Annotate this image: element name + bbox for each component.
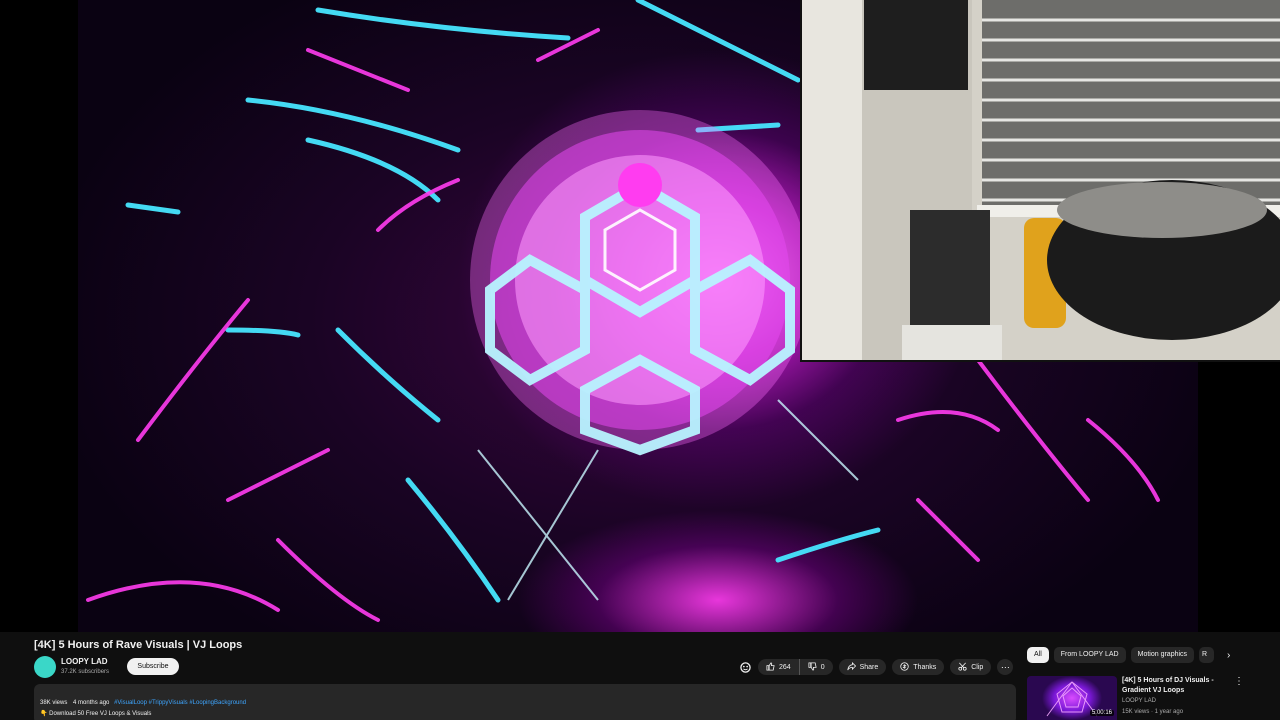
like-count: 264 xyxy=(779,663,791,671)
view-count: 38K views xyxy=(40,700,68,706)
thumbs-down-icon xyxy=(808,661,817,673)
channel-name[interactable]: LOOPY LAD xyxy=(61,657,108,666)
related-video-channel[interactable]: LOOPY LAD xyxy=(1122,698,1156,704)
dislike-button[interactable]: 0 xyxy=(800,659,833,675)
webcam-room-scene xyxy=(802,0,1280,360)
more-actions-button[interactable]: ⋯ xyxy=(997,659,1014,675)
clip-button[interactable]: Clip xyxy=(950,659,992,675)
action-buttons: 264 0 Share Thanks Clip ⋯ xyxy=(738,659,1014,675)
description-first-line: 👇 Download 50 Free VJ Loops & Visuals xyxy=(40,711,152,717)
neon-sphere xyxy=(470,110,810,456)
chip-from-channel[interactable]: From LOOPY LAD xyxy=(1053,647,1126,663)
scissors-icon xyxy=(958,662,967,673)
filter-chips: All From LOOPY LAD Motion graphics R › xyxy=(1027,647,1230,663)
description-box[interactable]: 38K views 4 months ago #VisualLoop #Trip… xyxy=(34,684,1016,720)
video-title: [4K] 5 Hours of Rave Visuals | VJ Loops xyxy=(34,639,243,651)
like-button[interactable]: 264 xyxy=(758,659,800,675)
description-meta: 38K views 4 months ago #VisualLoop #Trip… xyxy=(40,700,246,706)
video-duration: 5:00:16 xyxy=(1089,710,1114,716)
upload-age: 4 months ago xyxy=(73,700,110,706)
chip-motion-graphics[interactable]: Motion graphics xyxy=(1130,647,1195,663)
youtube-watch-page: [4K] 5 Hours of Rave Visuals | VJ Loops … xyxy=(0,0,1280,720)
channel-avatar[interactable] xyxy=(34,656,56,678)
chip-all[interactable]: All xyxy=(1027,647,1049,663)
clip-label: Clip xyxy=(971,663,984,671)
dislike-count: 0 xyxy=(820,663,825,671)
related-video-meta: 15K views · 1 year ago xyxy=(1122,709,1184,715)
thanks-label: Thanks xyxy=(913,663,937,671)
thumbs-up-icon xyxy=(766,661,775,673)
chevron-right-icon[interactable]: › xyxy=(1227,650,1230,661)
subscriber-count: 37.2K subscribers xyxy=(61,669,110,675)
video-info-panel: [4K] 5 Hours of Rave Visuals | VJ Loops … xyxy=(0,632,1280,720)
share-button[interactable]: Share xyxy=(838,659,887,675)
kebab-menu-icon[interactable]: ⋮ xyxy=(1234,676,1244,687)
video-player[interactable] xyxy=(0,0,1280,632)
thanks-button[interactable]: Thanks xyxy=(892,659,945,675)
related-video-thumbnail[interactable]: 5:00:16 xyxy=(1027,676,1117,720)
related-video-title[interactable]: [4K] 5 Hours of DJ Visuals - Gradient VJ… xyxy=(1122,676,1222,696)
chip-related[interactable]: R xyxy=(1199,647,1215,663)
hashtags[interactable]: #VisualLoop #TrippyVisuals #LoopingBackg… xyxy=(114,700,246,706)
share-label: Share xyxy=(859,663,879,671)
subscribe-button[interactable]: Subscribe xyxy=(127,658,179,675)
webcam-overlay xyxy=(800,0,1280,362)
reaction-icon[interactable] xyxy=(738,660,752,674)
thanks-icon xyxy=(900,661,909,673)
like-dislike-group: 264 0 xyxy=(758,659,833,675)
share-icon xyxy=(846,661,856,673)
